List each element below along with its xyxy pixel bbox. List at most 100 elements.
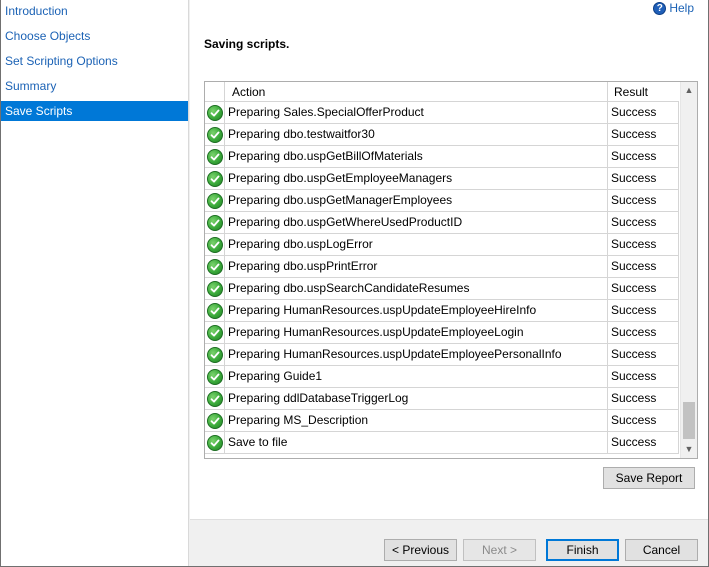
row-status-cell — [205, 146, 225, 168]
row-status-cell — [205, 124, 225, 146]
finish-button[interactable]: Finish — [546, 539, 619, 561]
sidebar-item-introduction[interactable]: Introduction — [1, 1, 188, 21]
row-result: Success — [608, 168, 679, 190]
scroll-down-icon[interactable]: ▼ — [681, 441, 697, 458]
sidebar-item-summary[interactable]: Summary — [1, 76, 188, 96]
row-result: Success — [608, 432, 679, 454]
success-check-icon — [207, 259, 223, 275]
row-action: Preparing dbo.uspGetManagerEmployees — [225, 190, 608, 212]
row-action: Preparing HumanResources.uspUpdateEmploy… — [225, 300, 608, 322]
row-status-cell — [205, 212, 225, 234]
success-check-icon — [207, 193, 223, 209]
table-row[interactable]: Preparing HumanResources.uspUpdateEmploy… — [205, 322, 679, 344]
row-result: Success — [608, 322, 679, 344]
row-status-cell — [205, 410, 225, 432]
success-check-icon — [207, 149, 223, 165]
help-label: Help — [669, 1, 694, 15]
table-row[interactable]: Preparing ddlDatabaseTriggerLog Success — [205, 388, 679, 410]
row-status-cell — [205, 278, 225, 300]
success-check-icon — [207, 325, 223, 341]
success-check-icon — [207, 435, 223, 451]
table-row[interactable]: Preparing MS_Description Success — [205, 410, 679, 432]
row-action: Preparing HumanResources.uspUpdateEmploy… — [225, 344, 608, 366]
row-action: Preparing dbo.uspPrintError — [225, 256, 608, 278]
main-panel: ? Help Saving scripts. Action Result Pre… — [190, 0, 708, 566]
table-row[interactable]: Preparing dbo.uspSearchCandidateResumes S… — [205, 278, 679, 300]
table-row[interactable]: Save to file Success — [205, 432, 679, 454]
success-check-icon — [207, 105, 223, 121]
row-status-cell — [205, 190, 225, 212]
row-result: Success — [608, 102, 679, 124]
scroll-thumb[interactable] — [683, 402, 695, 439]
table-row[interactable]: Preparing dbo.uspGetWhereUsedProductID Su… — [205, 212, 679, 234]
row-status-cell — [205, 102, 225, 124]
table-row[interactable]: Preparing HumanResources.uspUpdateEmploy… — [205, 300, 679, 322]
row-result: Success — [608, 366, 679, 388]
header-icon-column — [205, 82, 225, 102]
row-status-cell — [205, 366, 225, 388]
row-status-cell — [205, 344, 225, 366]
wizard-window: Introduction Choose Objects Set Scriptin… — [0, 0, 709, 567]
row-status-cell — [205, 234, 225, 256]
sidebar-item-choose-objects[interactable]: Choose Objects — [1, 26, 188, 46]
row-action: Preparing dbo.uspLogError — [225, 234, 608, 256]
row-result: Success — [608, 124, 679, 146]
row-result: Success — [608, 190, 679, 212]
row-result: Success — [608, 344, 679, 366]
success-check-icon — [207, 171, 223, 187]
help-link[interactable]: ? Help — [653, 0, 694, 16]
sidebar-item-save-scripts[interactable]: Save Scripts — [1, 101, 188, 121]
row-action: Save to file — [225, 432, 608, 454]
row-status-cell — [205, 256, 225, 278]
grid-rows: Preparing Sales.SpecialOfferProduct Succe… — [205, 102, 679, 454]
table-row[interactable]: Preparing dbo.uspGetManagerEmployees Succ… — [205, 190, 679, 212]
header-result[interactable]: Result — [608, 82, 679, 102]
table-row[interactable]: Preparing dbo.uspLogError Success — [205, 234, 679, 256]
success-check-icon — [207, 215, 223, 231]
scroll-up-icon[interactable]: ▲ — [681, 82, 697, 99]
row-result: Success — [608, 388, 679, 410]
row-action: Preparing ddlDatabaseTriggerLog — [225, 388, 608, 410]
vertical-scrollbar[interactable]: ▲ ▼ — [680, 82, 697, 458]
row-action: Preparing dbo.testwaitfor30 — [225, 124, 608, 146]
grid-header: Action Result — [205, 82, 679, 102]
success-check-icon — [207, 281, 223, 297]
success-check-icon — [207, 127, 223, 143]
row-action: Preparing Guide1 — [225, 366, 608, 388]
row-status-cell — [205, 168, 225, 190]
table-row[interactable]: Preparing dbo.uspPrintError Success — [205, 256, 679, 278]
table-row[interactable]: Preparing dbo.uspGetBillOfMaterials Succe… — [205, 146, 679, 168]
next-button[interactable]: Next > — [463, 539, 536, 561]
row-result: Success — [608, 278, 679, 300]
row-action: Preparing dbo.uspGetEmployeeManagers — [225, 168, 608, 190]
success-check-icon — [207, 303, 223, 319]
previous-button[interactable]: < Previous — [384, 539, 457, 561]
table-row[interactable]: Preparing dbo.testwaitfor30 Success — [205, 124, 679, 146]
row-action: Preparing Sales.SpecialOfferProduct — [225, 102, 608, 124]
success-check-icon — [207, 413, 223, 429]
cancel-button[interactable]: Cancel — [625, 539, 698, 561]
row-result: Success — [608, 234, 679, 256]
row-status-cell — [205, 300, 225, 322]
success-check-icon — [207, 347, 223, 363]
row-result: Success — [608, 256, 679, 278]
row-action: Preparing dbo.uspGetWhereUsedProductID — [225, 212, 608, 234]
success-check-icon — [207, 237, 223, 253]
row-status-cell — [205, 432, 225, 454]
results-grid[interactable]: Action Result Preparing Sales.SpecialOff… — [204, 81, 698, 459]
help-icon: ? — [653, 1, 667, 15]
table-row[interactable]: Preparing Guide1 Success — [205, 366, 679, 388]
save-report-button[interactable]: Save Report — [603, 467, 695, 489]
header-action[interactable]: Action — [225, 82, 608, 102]
page-title: Saving scripts. — [204, 37, 290, 51]
row-action: Preparing dbo.uspSearchCandidateResumes — [225, 278, 608, 300]
sidebar-item-set-scripting-options[interactable]: Set Scripting Options — [1, 51, 188, 71]
success-check-icon — [207, 369, 223, 385]
table-row[interactable]: Preparing HumanResources.uspUpdateEmploy… — [205, 344, 679, 366]
row-result: Success — [608, 146, 679, 168]
row-status-cell — [205, 388, 225, 410]
row-action: Preparing HumanResources.uspUpdateEmploy… — [225, 322, 608, 344]
table-row[interactable]: Preparing Sales.SpecialOfferProduct Succe… — [205, 102, 679, 124]
row-action: Preparing MS_Description — [225, 410, 608, 432]
table-row[interactable]: Preparing dbo.uspGetEmployeeManagers Succ… — [205, 168, 679, 190]
